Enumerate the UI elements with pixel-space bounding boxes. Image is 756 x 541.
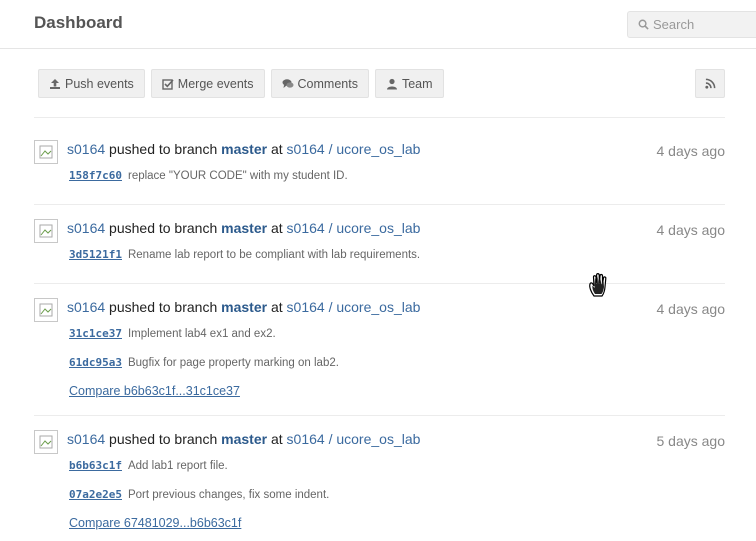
event-item: s0164 pushed to branch master at s0164 /…: [34, 140, 725, 190]
event-at: at: [270, 141, 283, 157]
event-header: s0164 pushed to branch master at s0164 /…: [67, 431, 420, 447]
user-icon: [386, 78, 397, 89]
divider: [34, 204, 725, 205]
event-header: s0164 pushed to branch master at s0164 /…: [67, 141, 420, 157]
filter-push-events-button[interactable]: Push events: [38, 69, 145, 98]
user-link[interactable]: s0164: [67, 220, 105, 236]
search-icon: [638, 19, 649, 30]
user-link[interactable]: s0164: [67, 431, 105, 447]
filter-push-events-label: Push events: [65, 76, 134, 91]
user-link[interactable]: s0164: [67, 141, 105, 157]
branch-link[interactable]: master: [221, 299, 267, 315]
event-action: pushed to branch: [109, 141, 218, 157]
branch-link[interactable]: master: [221, 431, 267, 447]
commit-sha-link[interactable]: b6b63c1f: [69, 459, 122, 472]
event-item: s0164 pushed to branch master at s0164 /…: [34, 430, 725, 535]
filter-team-label: Team: [401, 76, 433, 91]
commit-sha-link[interactable]: 07a2e2e5: [69, 488, 122, 501]
event-action: pushed to branch: [109, 220, 218, 236]
event-at: at: [270, 431, 283, 447]
event-time: 4 days ago: [656, 222, 726, 238]
user-link[interactable]: s0164: [67, 299, 105, 315]
search-box[interactable]: [627, 11, 756, 38]
event-time: 4 days ago: [656, 301, 726, 317]
top-header: Dashboard: [0, 0, 756, 49]
event-time: 4 days ago: [656, 143, 726, 159]
commit-row: 3d5121f1 Rename lab report to be complian…: [69, 248, 420, 261]
broken-image-icon: [39, 435, 53, 449]
checkbox-icon: [162, 78, 174, 90]
upload-icon: [50, 78, 60, 89]
repo-link[interactable]: s0164 / ucore_os_lab: [287, 299, 421, 315]
commit-row: 31c1ce37 Implement lab4 ex1 and ex2.: [69, 327, 276, 340]
commit-message: Bugfix for page property marking on lab2…: [127, 357, 339, 369]
avatar[interactable]: [34, 140, 58, 164]
repo-link[interactable]: s0164 / ucore_os_lab: [287, 141, 421, 157]
event-item: s0164 pushed to branch master at s0164 /…: [34, 298, 725, 403]
divider: [34, 415, 725, 416]
event-action: pushed to branch: [109, 299, 218, 315]
filter-comments-button[interactable]: Comments: [270, 69, 369, 98]
commit-sha-link[interactable]: 3d5121f1: [69, 248, 122, 261]
compare-link[interactable]: Compare b6b63c1f...31c1ce37: [69, 384, 240, 398]
divider: [34, 117, 725, 118]
avatar[interactable]: [34, 430, 58, 454]
event-time: 5 days ago: [656, 433, 726, 449]
commit-row: b6b63c1f Add lab1 report file.: [69, 459, 228, 472]
repo-link[interactable]: s0164 / ucore_os_lab: [287, 431, 421, 447]
page-title: Dashboard: [34, 13, 123, 32]
event-action: pushed to branch: [109, 431, 218, 447]
commit-sha-link[interactable]: 31c1ce37: [69, 327, 122, 340]
event-filters: Push events Merge events Comments Team: [38, 69, 444, 98]
broken-image-icon: [39, 303, 53, 317]
filter-merge-events-label: Merge events: [177, 76, 254, 91]
commit-row: 158f7c60 replace "YOUR CODE" with my stud…: [69, 169, 348, 182]
avatar[interactable]: [34, 298, 58, 322]
event-at: at: [270, 299, 283, 315]
event-header: s0164 pushed to branch master at s0164 /…: [67, 299, 420, 315]
rss-feed-button[interactable]: [695, 69, 725, 98]
branch-link[interactable]: master: [221, 220, 267, 236]
commit-row: 07a2e2e5 Port previous changes, fix some …: [69, 488, 329, 501]
avatar[interactable]: [34, 219, 58, 243]
filter-comments-label: Comments: [297, 76, 358, 91]
repo-link[interactable]: s0164 / ucore_os_lab: [287, 220, 421, 236]
broken-image-icon: [39, 145, 53, 159]
commit-message: Rename lab report to be compliant with l…: [127, 249, 421, 261]
commit-sha-link[interactable]: 158f7c60: [69, 169, 122, 182]
commit-message: Implement lab4 ex1 and ex2.: [127, 328, 276, 340]
commit-message: Port previous changes, fix some indent.: [127, 489, 330, 501]
rss-icon: [704, 78, 715, 89]
commit-row: 61dc95a3 Bugfix for page property marking…: [69, 356, 339, 369]
filter-team-button[interactable]: Team: [374, 69, 444, 98]
event-header: s0164 pushed to branch master at s0164 /…: [67, 220, 420, 236]
event-at: at: [270, 220, 283, 236]
event-item: s0164 pushed to branch master at s0164 /…: [34, 219, 725, 269]
hand-cursor-icon: [589, 273, 607, 297]
search-input[interactable]: [653, 17, 753, 32]
broken-image-icon: [39, 224, 53, 238]
commit-message: Add lab1 report file.: [127, 460, 228, 472]
divider: [34, 283, 725, 284]
branch-link[interactable]: master: [221, 141, 267, 157]
filter-merge-events-button[interactable]: Merge events: [150, 69, 265, 98]
comments-icon: [282, 78, 294, 88]
commit-sha-link[interactable]: 61dc95a3: [69, 356, 122, 369]
commit-message: replace "YOUR CODE" with my student ID.: [127, 170, 348, 182]
compare-link[interactable]: Compare 67481029...b6b63c1f: [69, 516, 241, 530]
